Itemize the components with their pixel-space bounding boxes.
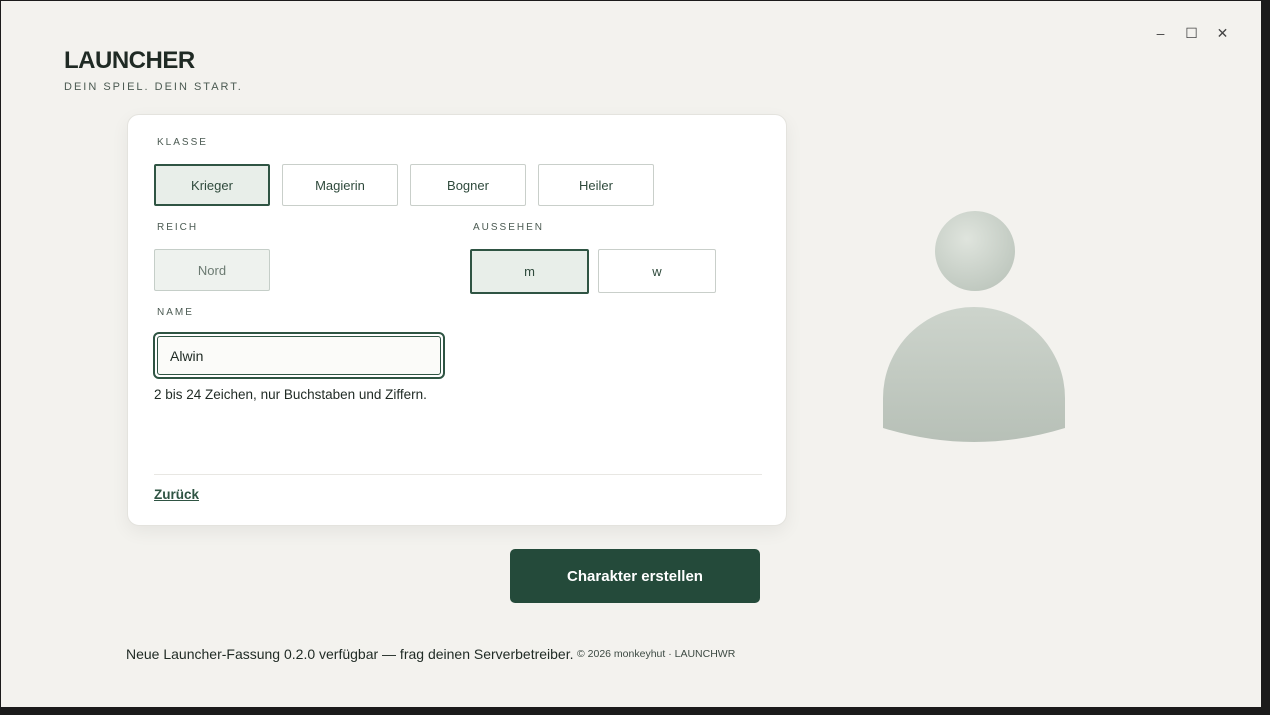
class-option-bogner[interactable]: Bogner xyxy=(410,164,526,206)
class-label: KLASSE xyxy=(157,137,208,148)
brand-subtitle: DEIN SPIEL. DEIN START. xyxy=(64,81,243,93)
avatar-body xyxy=(883,307,1065,442)
window-controls: – ☐ ✕ xyxy=(1152,23,1231,43)
launcher-window: – ☐ ✕ LAUNCHER DEIN SPIEL. DEIN START. K… xyxy=(1,1,1261,707)
name-hint: 2 bis 24 Zeichen, nur Buchstaben und Zif… xyxy=(154,387,427,402)
appearance-option-w[interactable]: w xyxy=(598,249,716,293)
realm-label: REICH xyxy=(157,222,199,233)
update-notice: Neue Launcher-Fassung 0.2.0 verfügbar — … xyxy=(126,646,574,662)
class-option-magierin[interactable]: Magierin xyxy=(282,164,398,206)
name-field-focus-ring xyxy=(153,332,445,379)
realm-value: Nord xyxy=(154,249,270,291)
character-form-card: KLASSE Krieger Magierin Bogner Heiler RE… xyxy=(127,114,787,526)
name-label: NAME xyxy=(157,307,194,318)
divider xyxy=(154,474,762,475)
appearance-label: AUSSEHEN xyxy=(473,222,545,233)
close-icon[interactable]: ✕ xyxy=(1214,23,1231,43)
appearance-option-m[interactable]: m xyxy=(470,249,589,294)
back-link[interactable]: Zurück xyxy=(154,487,199,502)
class-option-heiler[interactable]: Heiler xyxy=(538,164,654,206)
person-silhouette-icon xyxy=(883,211,1065,442)
brand: LAUNCHER DEIN SPIEL. DEIN START. xyxy=(64,47,243,93)
class-option-krieger[interactable]: Krieger xyxy=(154,164,270,206)
copyright: © 2026 monkeyhut · LAUNCHWR xyxy=(577,648,736,660)
avatar-head xyxy=(935,211,1015,291)
create-character-button[interactable]: Charakter erstellen xyxy=(510,549,760,603)
maximize-icon[interactable]: ☐ xyxy=(1183,23,1200,43)
minimize-icon[interactable]: – xyxy=(1152,23,1169,43)
name-input[interactable] xyxy=(157,336,441,375)
brand-title: LAUNCHER xyxy=(64,47,195,74)
